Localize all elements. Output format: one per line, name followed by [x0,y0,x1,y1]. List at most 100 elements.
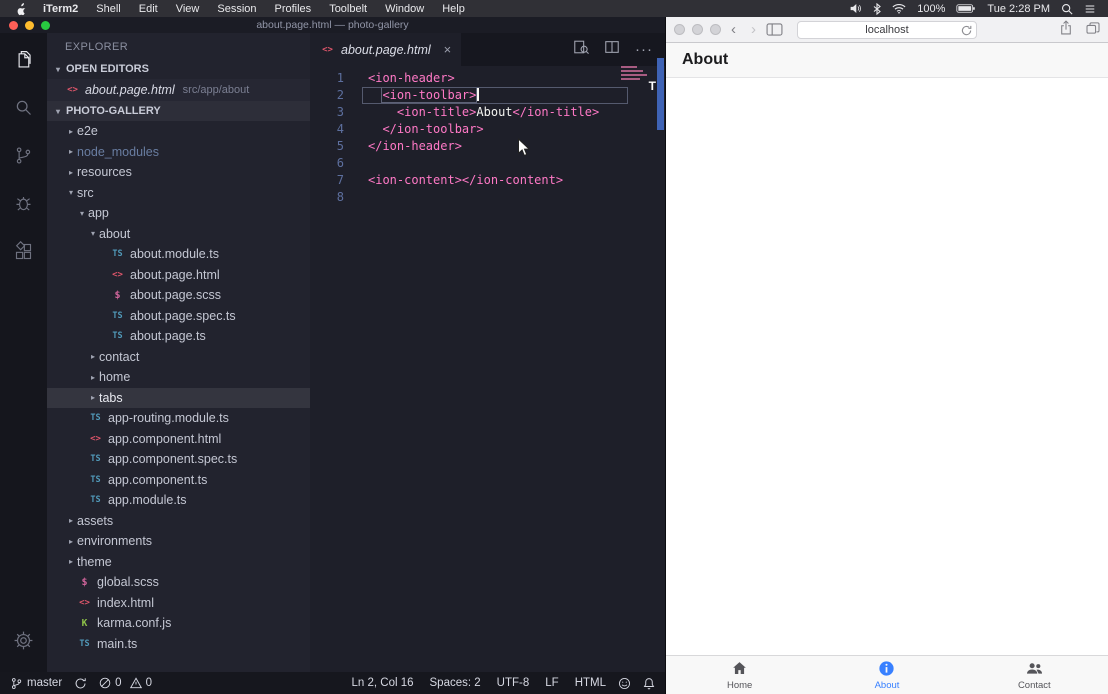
tree-item-app-component-ts[interactable]: TSapp.component.ts [47,470,310,491]
zoom-button[interactable] [41,21,50,30]
tree-item-app[interactable]: ▾app [47,203,310,224]
close-button[interactable] [674,24,685,35]
open-editors-header[interactable]: ▾ OPEN EDITORS [47,59,310,79]
sync-icon[interactable] [74,677,87,690]
tree-item-environments[interactable]: ▸environments [47,531,310,552]
debug-icon[interactable] [0,179,47,227]
project-header[interactable]: ▾ PHOTO-GALLERY [47,101,310,121]
tree-item-theme[interactable]: ▸theme [47,552,310,573]
tree-item-karma-conf-js[interactable]: Kkarma.conf.js [47,613,310,634]
notification-center-icon[interactable] [1084,3,1096,15]
close-button[interactable] [9,21,18,30]
minimize-button[interactable] [692,24,703,35]
tree-item-about-module-ts[interactable]: TSabout.module.ts [47,244,310,265]
address-bar[interactable]: localhost [797,21,977,39]
vscode-title-bar[interactable]: about.page.html — photo-gallery [0,17,665,33]
split-editor-icon[interactable] [604,39,620,60]
menu-toolbelt[interactable]: Toolbelt [320,3,376,15]
safari-toolbar[interactable]: ‹ › localhost [666,17,1108,43]
menu-help[interactable]: Help [433,3,474,15]
tree-item-assets[interactable]: ▸assets [47,511,310,532]
menu-bar-clock[interactable]: Tue 2:28 PM [987,3,1050,15]
gear-icon[interactable] [0,616,47,664]
chevron-right-icon: ▸ [65,147,77,156]
encoding[interactable]: UTF-8 [497,677,530,689]
code-line-4[interactable]: 4 </ion-toolbar> [310,121,665,138]
code-line-5[interactable]: 5</ion-header> [310,138,665,155]
menu-shell[interactable]: Shell [87,3,129,15]
tab-contact[interactable]: Contact [961,656,1108,694]
code-line-8[interactable]: 8 [310,189,665,206]
volume-icon[interactable] [849,3,862,14]
share-icon[interactable] [1060,20,1072,40]
tree-item-about-page-spec-ts[interactable]: TSabout.page.spec.ts [47,306,310,327]
menu-profiles[interactable]: Profiles [266,3,321,15]
tree-item-about-page-ts[interactable]: TSabout.page.ts [47,326,310,347]
minimap[interactable] [621,64,647,82]
tree-item-global-scss[interactable]: $global.scss [47,572,310,593]
scrollbar[interactable] [657,58,664,130]
apple-menu[interactable] [8,2,34,16]
zoom-button[interactable] [710,24,721,35]
tree-item-contact[interactable]: ▸contact [47,347,310,368]
tab-home[interactable]: Home [666,656,813,694]
wifi-icon[interactable] [892,3,906,14]
search-icon[interactable] [0,83,47,131]
tree-item-app-routing-module-ts[interactable]: TSapp-routing.module.ts [47,408,310,429]
tree-item-about[interactable]: ▾about [47,224,310,245]
cursor-position[interactable]: Ln 2, Col 16 [352,677,414,689]
html-file-icon: <> [320,45,335,55]
editor-tab[interactable]: <> about.page.html × [310,33,461,66]
menu-view[interactable]: View [167,3,209,15]
more-actions-icon[interactable]: ··· [635,45,653,55]
reload-icon[interactable] [961,25,972,39]
notifications-bell-icon[interactable] [643,677,655,690]
back-icon[interactable]: ‹ [731,22,736,37]
tree-item-resources[interactable]: ▸resources [47,162,310,183]
code-line-3[interactable]: 3 <ion-title>About</ion-title> [310,104,665,121]
tree-item-node-modules[interactable]: ▸node_modules [47,142,310,163]
forward-icon[interactable]: › [751,22,756,37]
code-line-6[interactable]: 6 [310,155,665,172]
tree-item-main-ts[interactable]: TSmain.ts [47,634,310,655]
source-control-icon[interactable] [0,131,47,179]
tab-overview-icon[interactable] [1086,21,1100,39]
tab-about[interactable]: About [813,656,960,694]
explorer-icon[interactable] [0,35,47,83]
git-branch[interactable]: master [10,677,62,690]
tree-item-tabs[interactable]: ▸tabs [47,388,310,409]
feedback-smiley-icon[interactable] [618,677,631,690]
tree-item-e2e[interactable]: ▸e2e [47,121,310,142]
spotlight-icon[interactable] [1061,3,1073,15]
problems-indicator[interactable]: 0 0 [99,677,152,689]
open-editor-item[interactable]: <> about.page.html src/app/about [47,79,310,101]
sidebar-toggle-icon[interactable] [766,23,783,36]
chevron-right-icon: ▸ [65,168,77,177]
code-line-1[interactable]: 1<ion-header> [310,70,665,87]
tree-item-app-component-html[interactable]: <>app.component.html [47,429,310,450]
indentation[interactable]: Spaces: 2 [430,677,481,689]
minimize-button[interactable] [25,21,34,30]
eol[interactable]: LF [545,677,558,689]
code-line-2[interactable]: 2 <ion-toolbar> [310,87,665,104]
extensions-icon[interactable] [0,227,47,275]
battery-icon[interactable] [956,3,976,14]
language-mode[interactable]: HTML [575,677,606,689]
tree-item-about-page-scss[interactable]: $about.page.scss [47,285,310,306]
tree-item-about-page-html[interactable]: <>about.page.html [47,265,310,286]
code-text: <ion-toolbar> [360,87,479,104]
tree-item-label: node_modules [77,145,159,159]
menu-edit[interactable]: Edit [130,3,167,15]
menu-session[interactable]: Session [208,3,265,15]
bluetooth-icon[interactable] [873,3,881,15]
open-preview-icon[interactable] [573,39,589,60]
tree-item-src[interactable]: ▾src [47,183,310,204]
menu-iterm2[interactable]: iTerm2 [34,3,87,15]
tree-item-app-module-ts[interactable]: TSapp.module.ts [47,490,310,511]
close-tab-icon[interactable]: × [444,43,452,56]
tree-item-app-component-spec-ts[interactable]: TSapp.component.spec.ts [47,449,310,470]
tree-item-home[interactable]: ▸home [47,367,310,388]
code-line-7[interactable]: 7<ion-content></ion-content> [310,172,665,189]
menu-window[interactable]: Window [376,3,433,15]
tree-item-index-html[interactable]: <>index.html [47,593,310,614]
